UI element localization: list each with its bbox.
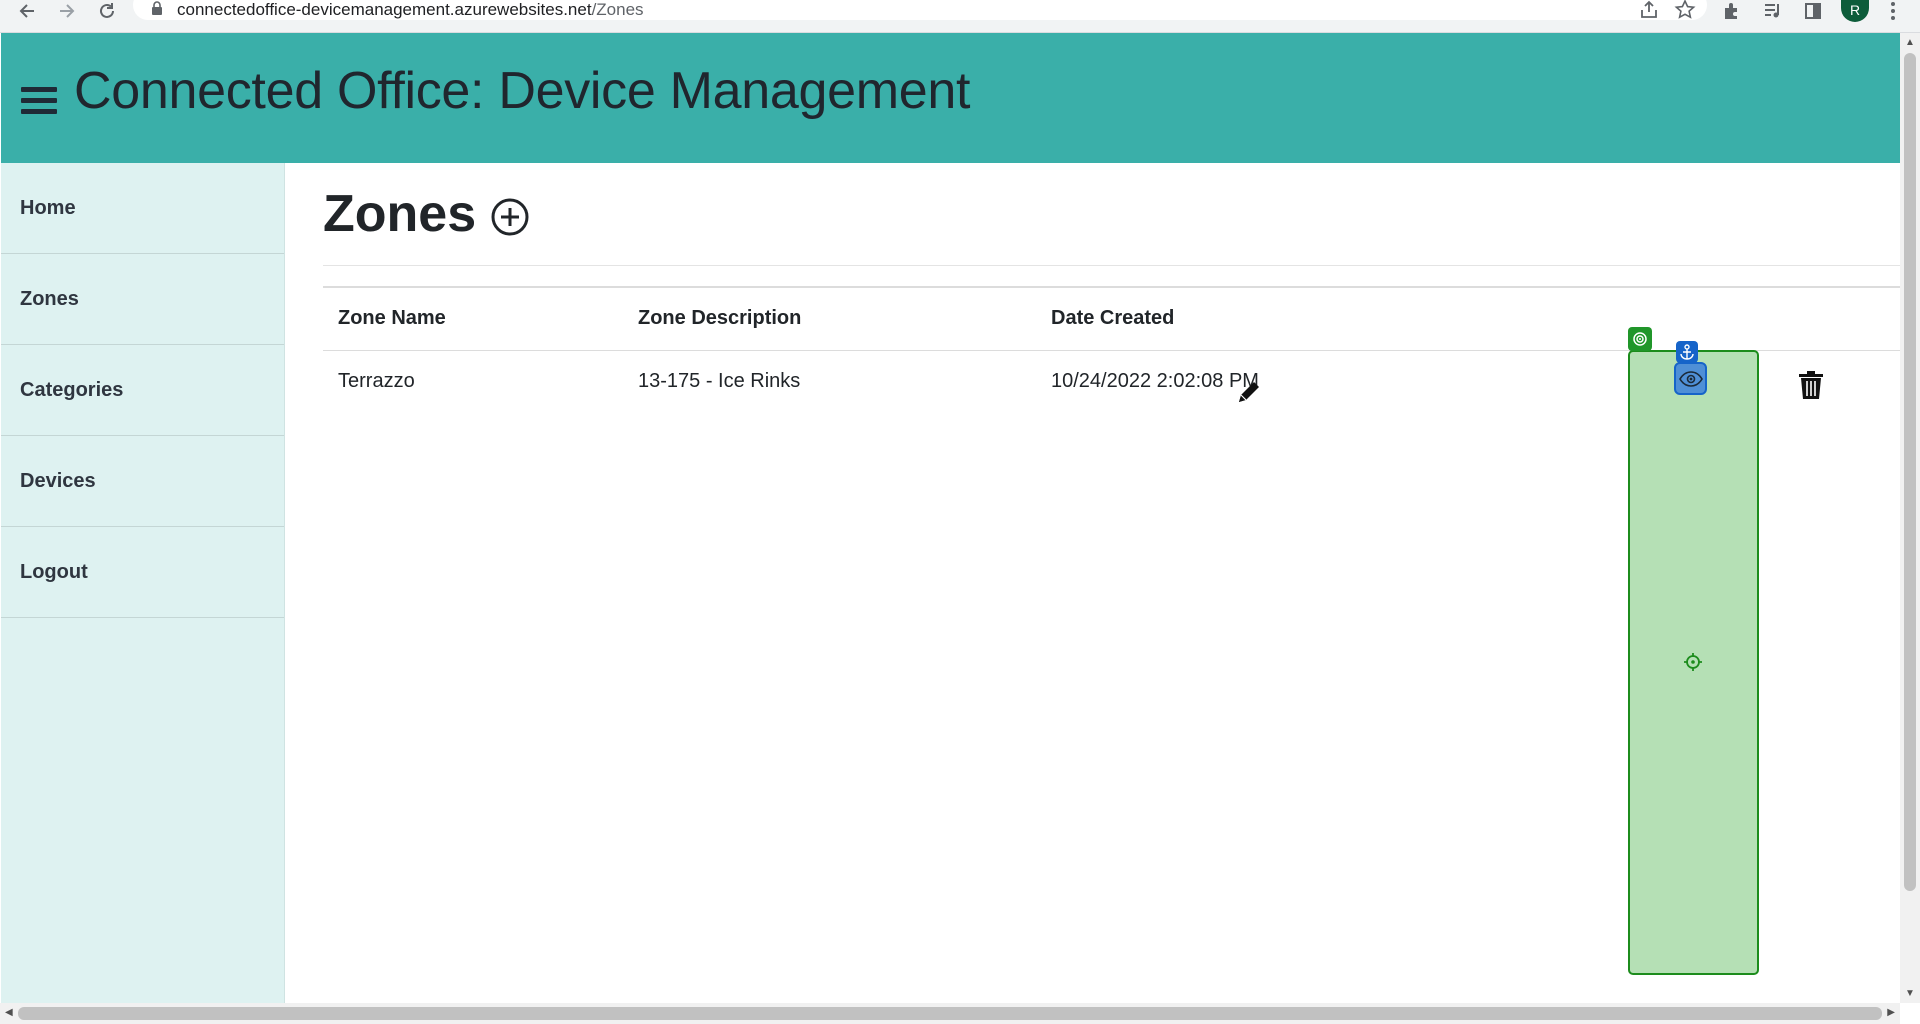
- forward-icon[interactable]: [52, 0, 82, 22]
- vertical-scrollbar[interactable]: ▲ ▼: [1900, 33, 1920, 1003]
- address-bar[interactable]: connectedoffice-devicemanagement.azurewe…: [133, 0, 1707, 20]
- anchor-icon: [1676, 341, 1698, 363]
- url-path: /Zones: [591, 0, 644, 19]
- hamburger-icon[interactable]: [21, 87, 57, 115]
- sidebar-item-home[interactable]: Home: [1, 163, 284, 254]
- column-header-date-created: Date Created: [1036, 287, 1536, 351]
- column-header-zone-description: Zone Description: [623, 287, 1036, 351]
- eye-icon[interactable]: [1674, 362, 1707, 395]
- table-header-row: Zone Name Zone Description Date Created: [323, 287, 1900, 351]
- page-heading: Zones: [323, 163, 1900, 266]
- profile-initial: R: [1849, 2, 1861, 18]
- page-title: Zones: [323, 185, 477, 243]
- sidebar-item-label: Home: [20, 196, 76, 219]
- sidebar-item-devices[interactable]: Devices: [1, 436, 284, 527]
- menu-dots-icon[interactable]: [1880, 0, 1906, 22]
- crosshair-icon: [1684, 653, 1702, 671]
- sidebar-item-categories[interactable]: Categories: [1, 345, 284, 436]
- reload-icon[interactable]: [92, 0, 122, 22]
- target-icon: [1628, 327, 1652, 351]
- horizontal-scrollbar[interactable]: ◀ ▶: [0, 1003, 1900, 1024]
- trash-icon[interactable]: [1797, 370, 1825, 400]
- sidebar-item-label: Categories: [20, 378, 124, 401]
- url-host: connectedoffice-devicemanagement.azurewe…: [177, 0, 592, 19]
- scroll-down-icon[interactable]: ▼: [1905, 988, 1915, 999]
- app-header: Connected Office: Device Management: [1, 33, 1900, 163]
- pencil-icon[interactable]: [1235, 378, 1263, 406]
- sidebar-item-logout[interactable]: Logout: [1, 527, 284, 618]
- column-header-actions: [1536, 287, 1900, 351]
- url-text: connectedoffice-devicemanagement.azurewe…: [177, 0, 644, 20]
- scroll-right-icon[interactable]: ▶: [1887, 1007, 1895, 1018]
- sidebar-item-label: Devices: [20, 469, 96, 492]
- browser-toolbar: connectedoffice-devicemanagement.azurewe…: [0, 0, 1920, 33]
- add-circle-icon[interactable]: [490, 197, 530, 237]
- scroll-up-icon[interactable]: ▲: [1905, 37, 1915, 48]
- sidebar-item-zones[interactable]: Zones: [1, 254, 284, 345]
- zone-name-cell: Terrazzo: [338, 370, 415, 393]
- lock-icon: [152, 1, 162, 15]
- app-title: Connected Office: Device Management: [74, 62, 971, 120]
- sidebar-item-label: Zones: [20, 287, 79, 310]
- column-header-zone-name: Zone Name: [323, 287, 623, 351]
- back-icon[interactable]: [12, 0, 42, 22]
- date-created-cell: 10/24/2022 2:02:08 PM: [1051, 370, 1259, 393]
- share-icon[interactable]: [1638, 0, 1660, 21]
- sidebar: Home Zones Categories Devices Logout: [1, 163, 285, 1003]
- extensions-icon[interactable]: [1719, 0, 1745, 22]
- profile-avatar[interactable]: R: [1841, 0, 1869, 22]
- side-panel-icon[interactable]: [1800, 0, 1826, 22]
- scroll-left-icon[interactable]: ◀: [5, 1007, 13, 1018]
- star-icon[interactable]: [1674, 0, 1696, 21]
- media-icon[interactable]: [1760, 0, 1786, 22]
- zone-description-cell: 13-175 - Ice Rinks: [638, 370, 801, 393]
- horizontal-scroll-thumb[interactable]: [18, 1007, 1882, 1020]
- sidebar-item-label: Logout: [20, 560, 88, 583]
- vertical-scroll-thumb[interactable]: [1904, 53, 1916, 891]
